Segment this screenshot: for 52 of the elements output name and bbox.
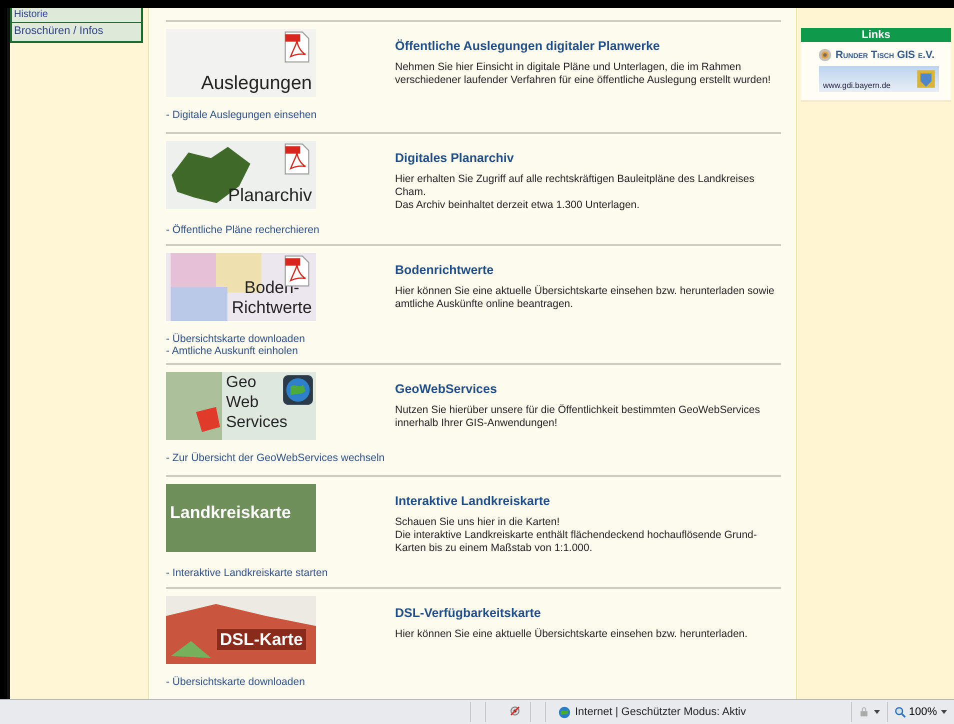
thumbnail-caption: DSL-Karte (220, 629, 303, 650)
section-title[interactable]: Öffentliche Auslegungen digitaler Planwerke (395, 39, 781, 53)
thumbnail-caption: Richtwerte (232, 298, 312, 318)
section-description: Die interaktive Landkreiskarte enthält flächendeckend hochauflösende Grund-Karten bis zu einem Maßstab von 1:1.000. (395, 529, 758, 555)
globe-icon (558, 706, 571, 718)
section-title[interactable]: DSL-Verfügbarkeitskarte (395, 606, 781, 620)
caret-icon (872, 708, 881, 716)
section-link[interactable]: - Interaktive Landkreiskarte starten (166, 567, 328, 579)
magnifier-icon (894, 706, 906, 718)
ring-logo-icon (818, 48, 832, 62)
section-link[interactable]: - Zur Übersicht der GeoWebServices wechseln (166, 452, 385, 464)
section-title[interactable]: Bodenrichtwerte (395, 263, 781, 277)
section-title[interactable]: Interaktive Landkreiskarte (395, 494, 781, 508)
section-description: Hier können Sie eine aktuelle Übersichtskarte einsehen bzw. herunterladen sowie amtliche Auskünfte online beantragen. (395, 285, 776, 311)
section-description: Das Archiv beinhaltet derzeit etwa 1.300 Unterlagen. (395, 199, 641, 212)
coat-of-arms-icon (915, 68, 937, 90)
section-link[interactable]: - Öffentliche Pläne recherchieren (166, 224, 320, 236)
section-link[interactable]: - Amtliche Auskunft einholen (166, 345, 298, 357)
map-thumbnail[interactable]: Planarchiv (166, 141, 316, 209)
thumbnail-caption: Landkreiskarte (170, 502, 291, 523)
section-title[interactable]: Digitales Planarchiv (395, 151, 781, 165)
links-header: Links (801, 28, 951, 42)
map-thumbnail[interactable]: Auslegungen (166, 29, 316, 97)
logo-link[interactable]: Runder Tisch GIS e.V. (801, 48, 951, 62)
globe-icon (282, 374, 314, 406)
section-description: Nehmen Sie hier Einsicht in digitale Pläne und Unterlagen, die im Rahmen verschiedener laufender Verfahren für eine öffentliche Auslegung erstellt wurden! (395, 61, 772, 87)
map-thumbnail[interactable]: Landkreiskarte (166, 484, 316, 552)
section-link[interactable]: - Übersichtskarte downloaden (166, 333, 305, 345)
section-description: Nutzen Sie hierüber unsere für die Öffentlichkeit bestimmten GeoWebServices innerhalb Ihrer GIS-Anwendungen! (395, 404, 761, 430)
map-thumbnail[interactable]: Geo Web Services (166, 372, 316, 440)
thumbnail-caption: Geo (226, 373, 256, 393)
thumbnail-caption: Services (226, 413, 288, 433)
lock-icon (858, 706, 870, 718)
thumbnail-caption: Planarchiv (228, 185, 312, 206)
caret-icon (940, 708, 948, 716)
pdf-file-icon (284, 143, 310, 175)
section-description: Schauen Sie uns hier in die Karten! (395, 516, 561, 529)
zoom-dropdown[interactable]: 100% (886, 702, 954, 722)
section-description: Hier können Sie eine aktuelle Übersichtskarte einsehen bzw. herunterladen. (395, 628, 749, 641)
sidebar-item[interactable]: Historie (12, 8, 141, 22)
section-link[interactable]: - Übersichtskarte downloaden (166, 676, 305, 688)
section-description: Hier erhalten Sie Zugriff auf alle rechtskräftigen Bauleitpläne des Landkreises Cham. (395, 173, 756, 199)
banner-link[interactable]: www.gdi.bayern.de (819, 66, 939, 92)
security-zone-text: Internet | Geschützter Modus: Aktiv (575, 706, 746, 718)
map-thumbnail[interactable]: DSL-Karte (166, 596, 316, 664)
thumbnail-caption: Auslegungen (201, 73, 312, 94)
pdf-file-icon (284, 31, 310, 63)
map-screenshot-drawing (166, 372, 222, 440)
section-title[interactable]: GeoWebServices (395, 382, 781, 396)
section-link[interactable]: - Digitale Auslegungen einsehen (166, 109, 317, 121)
sidebar-item[interactable]: Broschüren / Infos (12, 22, 141, 41)
thumbnail-caption: Web (226, 393, 259, 413)
